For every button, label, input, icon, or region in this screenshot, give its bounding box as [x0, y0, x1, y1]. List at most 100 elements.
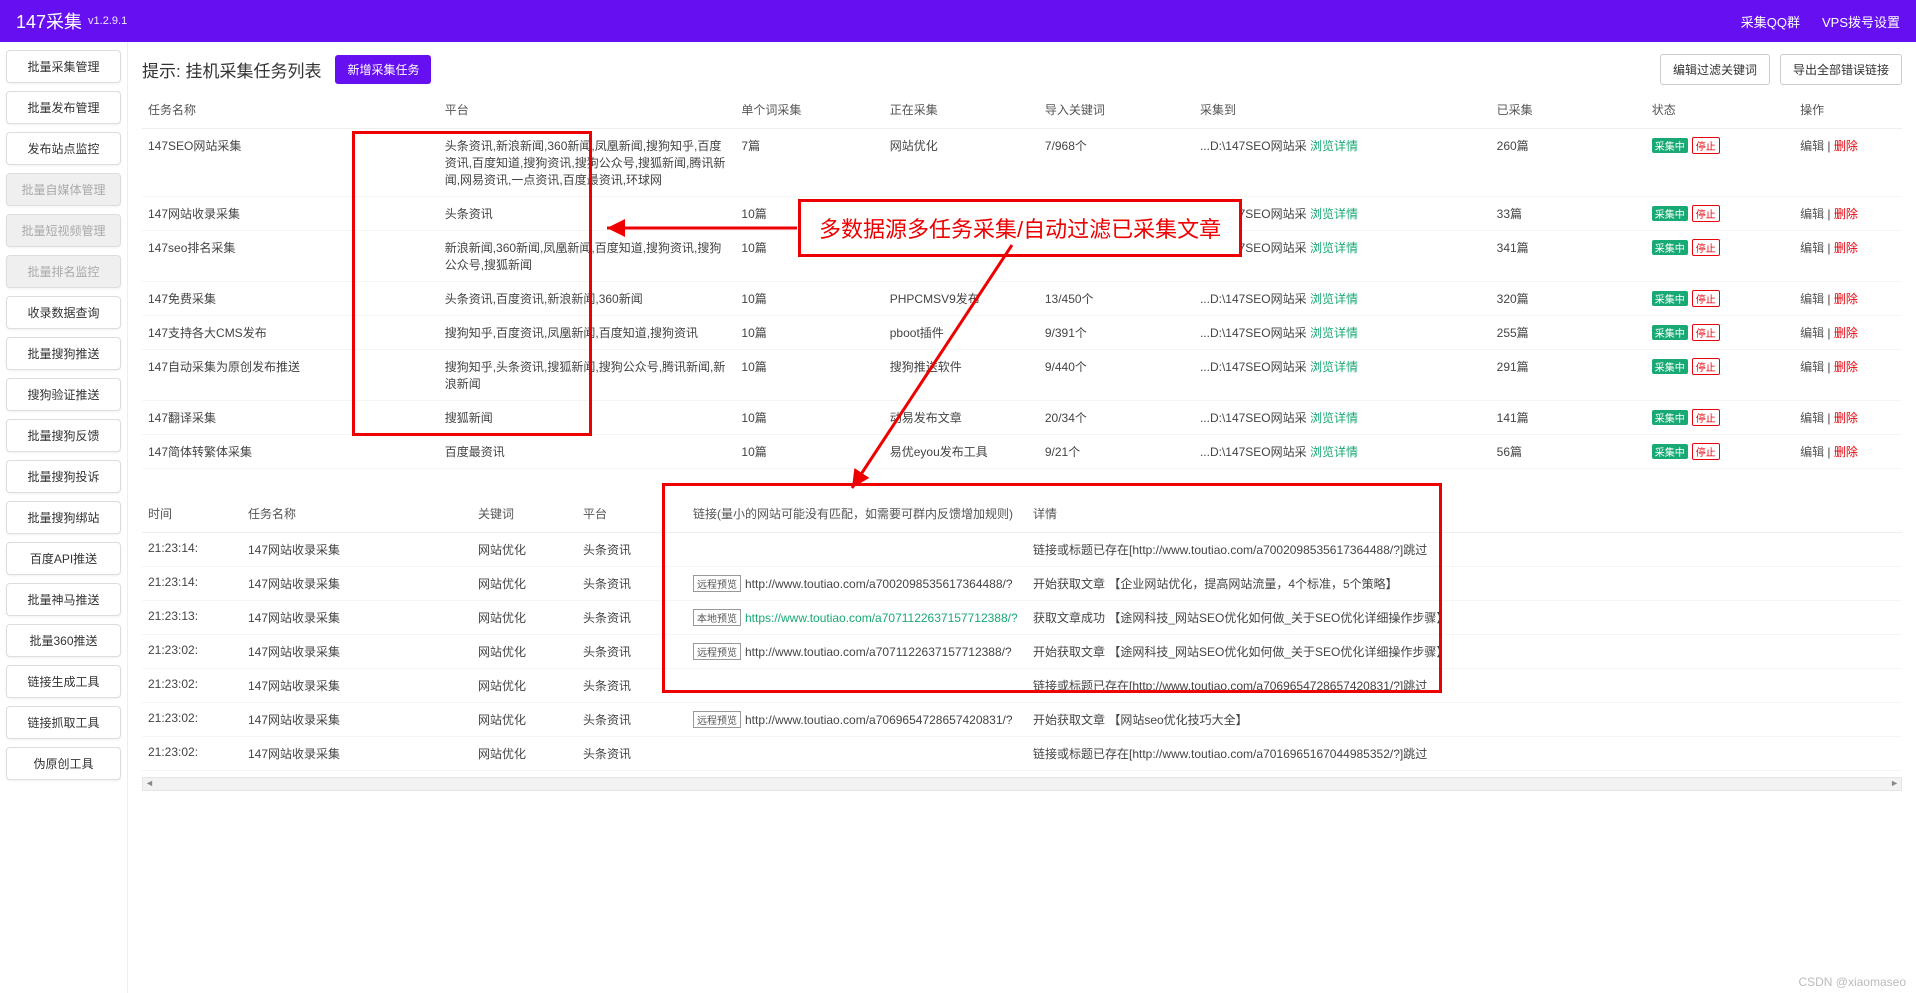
cell-crawling: 网站源码 — [884, 231, 1039, 282]
log-task: 147网站收录采集 — [242, 703, 472, 737]
state-badge: 采集中 — [1652, 138, 1688, 153]
browse-detail-link[interactable]: 浏览详情 — [1310, 360, 1358, 374]
stop-button[interactable]: 停止 — [1692, 358, 1720, 375]
browse-detail-link[interactable]: 浏览详情 — [1310, 207, 1358, 221]
edit-link[interactable]: 编辑 — [1800, 139, 1824, 153]
cell-name: 147SEO网站采集 — [142, 129, 439, 197]
sidebar-item-8[interactable]: 搜狗验证推送 — [6, 378, 121, 411]
log-kw: 网站优化 — [472, 703, 577, 737]
cell-to: ...D:\147SEO网站采 浏览详情 — [1194, 435, 1491, 469]
stop-button[interactable]: 停止 — [1692, 409, 1720, 426]
edit-link[interactable]: 编辑 — [1800, 411, 1824, 425]
delete-link[interactable]: 删除 — [1834, 411, 1858, 425]
horizontal-scrollbar[interactable] — [142, 777, 1902, 791]
log-link[interactable]: http://www.toutiao.com/a7069654728657420… — [745, 713, 1013, 727]
cell-name: 147免费采集 — [142, 282, 439, 316]
preview-badge[interactable]: 远程预览 — [693, 643, 741, 660]
preview-badge[interactable]: 远程预览 — [693, 711, 741, 728]
cell-to: ...D:\147SEO网站采 浏览详情 — [1194, 282, 1491, 316]
browse-detail-link[interactable]: 浏览详情 — [1310, 241, 1358, 255]
edit-filter-keywords-button[interactable]: 编辑过滤关键词 — [1660, 54, 1770, 85]
cell-platform: 头条资讯,百度资讯,新浪新闻,360新闻 — [439, 282, 736, 316]
task-row: 147免费采集头条资讯,百度资讯,新浪新闻,360新闻10篇PHPCMSV9发布… — [142, 282, 1902, 316]
sidebar-item-0[interactable]: 批量采集管理 — [6, 50, 121, 83]
log-task: 147网站收录采集 — [242, 567, 472, 601]
col-op: 操作 — [1794, 95, 1902, 129]
task-row: 147简体转繁体采集百度最资讯10篇易优eyou发布工具9/21个...D:\1… — [142, 435, 1902, 469]
stop-button[interactable]: 停止 — [1692, 443, 1720, 460]
log-plat: 头条资讯 — [577, 601, 687, 635]
sidebar-item-2[interactable]: 发布站点监控 — [6, 132, 121, 165]
sidebar-item-11[interactable]: 批量搜狗绑站 — [6, 501, 121, 534]
stop-button[interactable]: 停止 — [1692, 205, 1720, 222]
delete-link[interactable]: 删除 — [1834, 139, 1858, 153]
state-badge: 采集中 — [1652, 359, 1688, 374]
cell-ops: 编辑 | 删除 — [1794, 401, 1902, 435]
log-task: 147网站收录采集 — [242, 737, 472, 771]
edit-link[interactable]: 编辑 — [1800, 207, 1824, 221]
browse-detail-link[interactable]: 浏览详情 — [1310, 292, 1358, 306]
delete-link[interactable]: 删除 — [1834, 360, 1858, 374]
browse-detail-link[interactable]: 浏览详情 — [1310, 411, 1358, 425]
sidebar-item-12[interactable]: 百度API推送 — [6, 542, 121, 575]
stop-button[interactable]: 停止 — [1692, 239, 1720, 256]
sidebar-item-15[interactable]: 链接生成工具 — [6, 665, 121, 698]
edit-link[interactable]: 编辑 — [1800, 326, 1824, 340]
preview-badge[interactable]: 本地预览 — [693, 609, 741, 626]
cell-state: 采集中停止 — [1646, 350, 1794, 401]
stop-button[interactable]: 停止 — [1692, 137, 1720, 154]
col-keywords: 导入关键词 — [1039, 95, 1194, 129]
sidebar-item-17[interactable]: 伪原创工具 — [6, 747, 121, 780]
stop-button[interactable]: 停止 — [1692, 290, 1720, 307]
log-plat: 头条资讯 — [577, 533, 687, 567]
link-qq-group[interactable]: 采集QQ群 — [1741, 12, 1800, 31]
new-task-button[interactable]: 新增采集任务 — [335, 55, 431, 84]
cell-keywords: 9/21个 — [1039, 435, 1194, 469]
sidebar-item-1[interactable]: 批量发布管理 — [6, 91, 121, 124]
delete-link[interactable]: 删除 — [1834, 207, 1858, 221]
cell-count: 56篇 — [1491, 435, 1646, 469]
sidebar-item-13[interactable]: 批量神马推送 — [6, 583, 121, 616]
log-task: 147网站收录采集 — [242, 669, 472, 703]
log-link[interactable]: https://www.toutiao.com/a707112263715771… — [745, 611, 1018, 625]
cell-to: ...D:\147SEO网站采 浏览详情 — [1194, 401, 1491, 435]
log-link[interactable]: http://www.toutiao.com/a7002098535617364… — [745, 577, 1013, 591]
delete-link[interactable]: 删除 — [1834, 292, 1858, 306]
preview-badge[interactable]: 远程预览 — [693, 575, 741, 592]
browse-detail-link[interactable]: 浏览详情 — [1310, 326, 1358, 340]
link-vps-settings[interactable]: VPS拨号设置 — [1822, 12, 1900, 31]
cell-to: ...D:\147SEO网站采 浏览详情 — [1194, 350, 1491, 401]
col-platform: 平台 — [439, 95, 736, 129]
log-link-cell: 远程预览 http://www.toutiao.com/a700209853561… — [687, 567, 1027, 601]
log-kw: 网站优化 — [472, 533, 577, 567]
sidebar-item-3: 批量自媒体管理 — [6, 173, 121, 206]
edit-link[interactable]: 编辑 — [1800, 241, 1824, 255]
sidebar-item-6[interactable]: 收录数据查询 — [6, 296, 121, 329]
sidebar-item-10[interactable]: 批量搜狗投诉 — [6, 460, 121, 493]
sidebar-item-7[interactable]: 批量搜狗推送 — [6, 337, 121, 370]
logcol-plat: 平台 — [577, 499, 687, 533]
sidebar-item-14[interactable]: 批量360推送 — [6, 624, 121, 657]
delete-link[interactable]: 删除 — [1834, 241, 1858, 255]
cell-platform: 搜狐新闻 — [439, 401, 736, 435]
stop-button[interactable]: 停止 — [1692, 324, 1720, 341]
log-row: 21:23:02:147网站收录采集网站优化头条资讯链接或标题已存在[http:… — [142, 737, 1902, 771]
edit-link[interactable]: 编辑 — [1800, 445, 1824, 459]
browse-detail-link[interactable]: 浏览详情 — [1310, 139, 1358, 153]
browse-detail-link[interactable]: 浏览详情 — [1310, 445, 1358, 459]
log-time: 21:23:02: — [142, 703, 242, 737]
cell-single: 10篇 — [735, 231, 883, 282]
log-link[interactable]: http://www.toutiao.com/a7071122637157712… — [745, 645, 1012, 659]
edit-link[interactable]: 编辑 — [1800, 360, 1824, 374]
cell-ops: 编辑 | 删除 — [1794, 197, 1902, 231]
state-badge: 采集中 — [1652, 206, 1688, 221]
delete-link[interactable]: 删除 — [1834, 326, 1858, 340]
panel-header: 提示: 挂机采集任务列表 新增采集任务 编辑过滤关键词 导出全部错误链接 — [142, 54, 1902, 85]
sidebar-item-9[interactable]: 批量搜狗反馈 — [6, 419, 121, 452]
edit-link[interactable]: 编辑 — [1800, 292, 1824, 306]
cell-crawling: 网站收录 — [884, 197, 1039, 231]
export-error-links-button[interactable]: 导出全部错误链接 — [1780, 54, 1902, 85]
sidebar-item-16[interactable]: 链接抓取工具 — [6, 706, 121, 739]
log-task: 147网站收录采集 — [242, 601, 472, 635]
delete-link[interactable]: 删除 — [1834, 445, 1858, 459]
